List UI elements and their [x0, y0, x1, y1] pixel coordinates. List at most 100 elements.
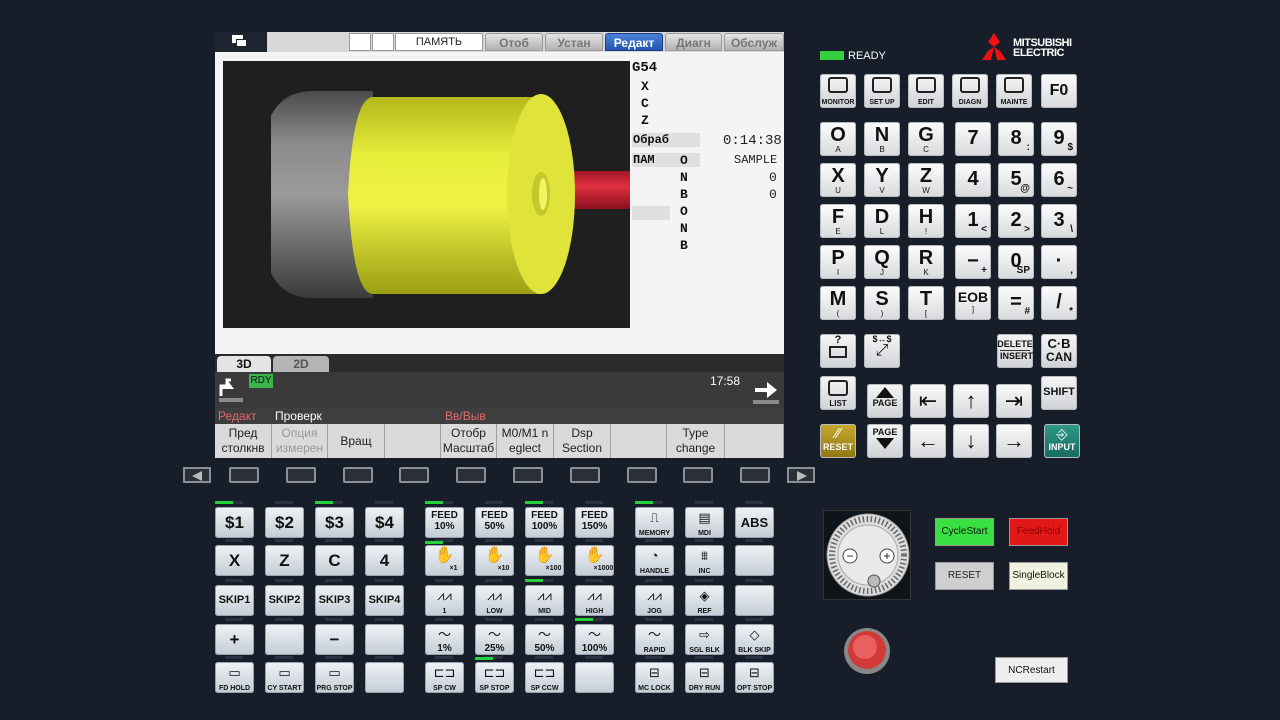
tab-edit[interactable]: Редакт — [605, 33, 663, 51]
cursor-forward-key[interactable]: → — [996, 424, 1032, 458]
cb-can-key[interactable]: C·B CAN — [1041, 334, 1077, 368]
hw-softkey-7[interactable] — [569, 467, 600, 483]
feed-override-100[interactable]: FEED 100% — [525, 507, 564, 538]
handle-mode-key[interactable]: ◔ HANDLE — [635, 545, 674, 576]
axis-c[interactable]: C — [315, 545, 354, 576]
key-d[interactable]: DL — [864, 204, 900, 238]
softkey-6[interactable]: M0/M1 n eglect — [497, 424, 554, 458]
function-key-set-up[interactable]: SET UP — [864, 74, 900, 108]
handle-mult-1[interactable]: ✋ ×1 — [425, 545, 464, 576]
handle-mult-4[interactable]: ✋ ×1000 — [575, 545, 614, 576]
feed-override-50[interactable]: FEED 50% — [475, 507, 514, 538]
page-down-key[interactable]: PAGE — [867, 424, 903, 458]
axis-select-4[interactable]: $4 — [365, 507, 404, 538]
skip-1[interactable]: SKIP1 — [215, 585, 254, 616]
hw-softkey-1[interactable] — [229, 467, 259, 483]
axis-4[interactable]: 4 — [365, 545, 404, 576]
function-key-edit[interactable]: EDIT — [908, 74, 944, 108]
rapid-key[interactable]: 〜 RAPID — [635, 624, 674, 655]
cursor-up-key[interactable]: ↑ — [953, 384, 989, 418]
hw-softkey-8[interactable] — [626, 467, 657, 483]
softkey-3[interactable]: Вращ — [328, 424, 385, 458]
softkey-5[interactable]: Отобр Масштаб — [441, 424, 497, 458]
hw-softkey-4[interactable] — [399, 467, 430, 483]
key-num-13[interactable]: = # — [998, 286, 1034, 320]
mdi-mode-key[interactable]: ▤ MDI — [685, 507, 724, 538]
skip-4[interactable]: SKIP4 — [365, 585, 404, 616]
axis-z[interactable]: Z — [265, 545, 304, 576]
handle-mult-2[interactable]: ✋ ×10 — [475, 545, 514, 576]
key-z[interactable]: ZW — [908, 163, 944, 197]
single-block-key[interactable]: ⇨ SGL BLK — [685, 624, 724, 655]
function-key-mainte[interactable]: MAINTE — [996, 74, 1032, 108]
fd-hold-key[interactable]: ▭ FD HOLD — [215, 662, 254, 693]
function-key-diagn[interactable]: DIAGN — [952, 74, 988, 108]
function-key-monitor[interactable]: MONITOR — [820, 74, 856, 108]
mc-lock-key[interactable]: ⊟ MC LOCK — [635, 662, 674, 693]
3d-simulation-view[interactable] — [223, 61, 630, 328]
menu-prev-button[interactable] — [183, 467, 211, 483]
skip-3[interactable]: SKIP3 — [315, 585, 354, 616]
blank-key-3[interactable] — [365, 662, 404, 693]
axis-select-3[interactable]: $3 — [315, 507, 354, 538]
rapid-override-3[interactable]: 〜 50% — [525, 624, 564, 655]
key-num-12[interactable]: EOB] — [955, 286, 991, 320]
jog-mode-key[interactable]: ⩘⩘ JOG — [635, 585, 674, 616]
blank-key-1[interactable] — [735, 545, 774, 576]
key-num-7[interactable]: 2 > — [998, 204, 1034, 238]
block-skip-key[interactable]: ◇ BLK SKIP — [735, 624, 774, 655]
axis-select-1[interactable]: $1 — [215, 507, 254, 538]
key-x[interactable]: XU — [820, 163, 856, 197]
tab-display[interactable]: Отоб — [485, 33, 543, 51]
tab-maintenance[interactable]: Обслуж — [724, 33, 784, 51]
jog-speed-2[interactable]: ⩘⩘ LOW — [475, 585, 514, 616]
blank-key-4[interactable] — [575, 662, 614, 693]
key-num-1[interactable]: 8: — [998, 122, 1034, 156]
key-num-4[interactable]: 5 @ — [998, 163, 1034, 197]
cycle-start-button[interactable]: CycleStart — [935, 518, 994, 546]
cursor-end-key[interactable]: ⇥ — [996, 384, 1032, 418]
key-num-5[interactable]: 6 ~ — [1041, 163, 1077, 197]
menu-up-icon[interactable] — [217, 374, 247, 404]
axis-x[interactable]: X — [215, 545, 254, 576]
key-num-0[interactable]: 7 — [955, 122, 991, 156]
axis-dir-2[interactable] — [265, 624, 304, 655]
hw-softkey-2[interactable] — [285, 467, 316, 483]
manual-pulse-generator[interactable]: − + — [823, 510, 911, 600]
axis-dir-4[interactable] — [365, 624, 404, 655]
key-num-14[interactable]: / * — [1041, 286, 1077, 320]
key-t[interactable]: T[ — [908, 286, 944, 320]
key-h[interactable]: H! — [908, 204, 944, 238]
key-g[interactable]: GC — [908, 122, 944, 156]
prg-stop-key[interactable]: ▭ PRG STOP — [315, 662, 354, 693]
softkey-10[interactable] — [725, 424, 784, 458]
list-key[interactable]: LIST — [820, 376, 856, 410]
input-key[interactable]: ⎆ INPUT — [1044, 424, 1080, 458]
reset-button[interactable]: RESET — [935, 562, 994, 590]
ref-mode-key[interactable]: ◈ REF — [685, 585, 724, 616]
sp-ccw-key[interactable]: ⊏⊐ SP CCW — [525, 662, 564, 693]
feed-override-10[interactable]: FEED 10% — [425, 507, 464, 538]
rapid-override-1[interactable]: 〜 1% — [425, 624, 464, 655]
hw-softkey-5[interactable] — [456, 467, 487, 483]
rapid-override-4[interactable]: 〜 100% — [575, 624, 614, 655]
key-num-2[interactable]: 9 $ — [1041, 122, 1077, 156]
softkey-9[interactable]: Type change — [667, 424, 725, 458]
softkey-8[interactable] — [611, 424, 667, 458]
window-switch-key[interactable]: $↔$ ⤢ — [864, 334, 900, 368]
softkey-1[interactable]: Пред столкнв — [215, 424, 272, 458]
f0-key[interactable]: F0 — [1041, 74, 1077, 108]
key-num-8[interactable]: 3 \ — [1041, 204, 1077, 238]
inc-mode-key[interactable]: ⩩ INC — [685, 545, 724, 576]
softkey-2[interactable]: Опция измерен — [272, 424, 328, 458]
abs-key[interactable]: ABS — [735, 507, 774, 538]
opt-stop-key[interactable]: ⊟ OPT STOP — [735, 662, 774, 693]
axis-select-2[interactable]: $2 — [265, 507, 304, 538]
key-y[interactable]: YV — [864, 163, 900, 197]
key-q[interactable]: QJ — [864, 245, 900, 279]
jog-speed-1[interactable]: ⩘⩘ 1 — [425, 585, 464, 616]
key-r[interactable]: RK — [908, 245, 944, 279]
key-num-9[interactable]: − + — [955, 245, 991, 279]
delete-insert-key[interactable]: DELETE INSERT — [997, 334, 1033, 368]
blank-key-2[interactable] — [735, 585, 774, 616]
